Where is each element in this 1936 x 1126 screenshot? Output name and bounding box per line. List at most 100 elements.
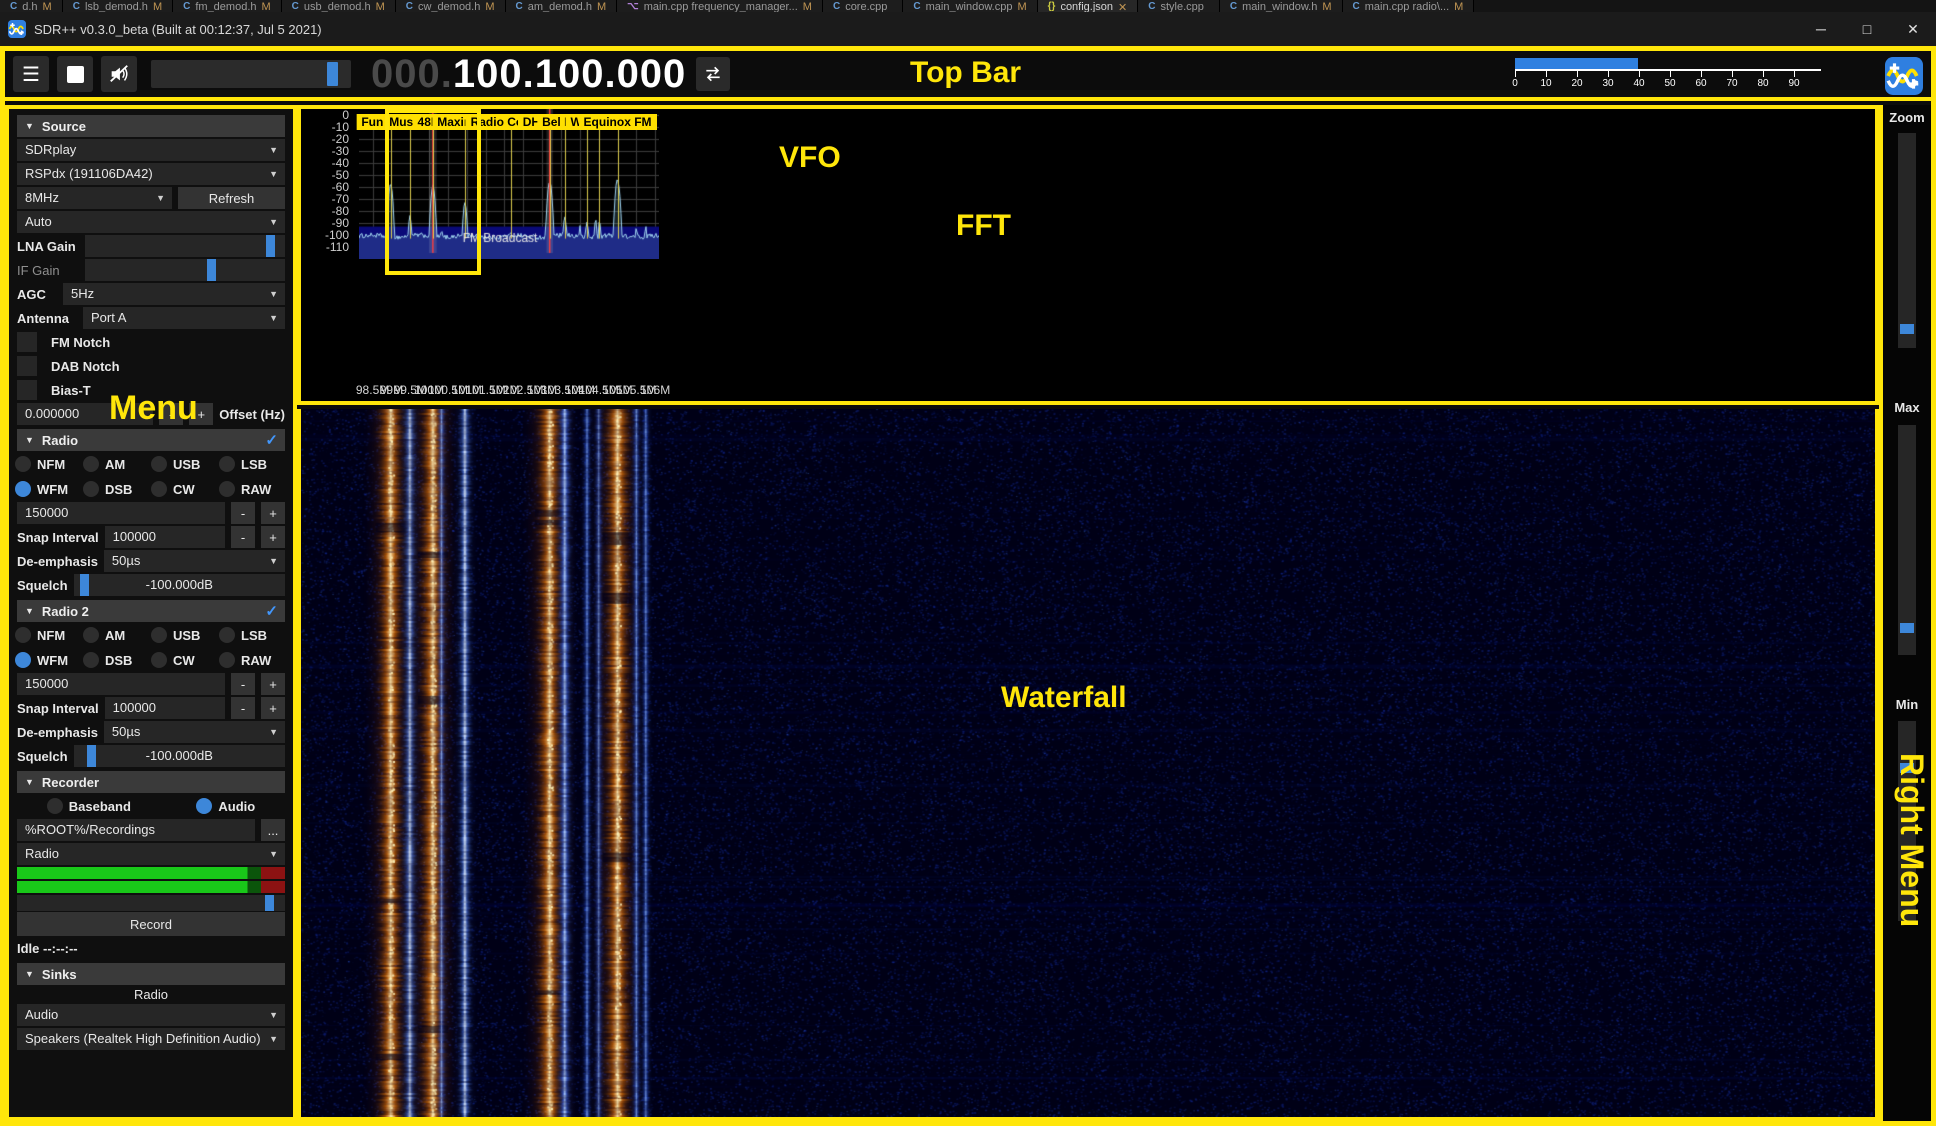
- squelch-slider[interactable]: -100.000dB: [74, 745, 285, 767]
- sinks-section-header[interactable]: ▼ Sinks: [17, 963, 285, 985]
- bandwidth-plus-button[interactable]: +: [261, 673, 285, 695]
- waterfall-display[interactable]: Waterfall: [297, 409, 1879, 1121]
- mode-option-raw[interactable]: RAW: [219, 649, 287, 671]
- waterfall-canvas[interactable]: [301, 409, 1875, 1117]
- enabled-check-icon[interactable]: ✓: [265, 431, 278, 449]
- editor-tab[interactable]: Cusb_demod.hM: [282, 0, 396, 12]
- mode-option-cw[interactable]: CW: [151, 478, 219, 500]
- radio2-bandwidth-input[interactable]: 150000: [17, 673, 225, 695]
- mode-option-nfm[interactable]: NFM: [15, 453, 83, 475]
- editor-tab[interactable]: Cam_demod.hM: [506, 0, 618, 12]
- lna-gain-handle[interactable]: [266, 235, 275, 257]
- radio2-section-header[interactable]: ▼ Radio 2 ✓: [17, 600, 285, 622]
- editor-tab[interactable]: Cmain_window.hM: [1220, 0, 1343, 12]
- offset-plus-button[interactable]: +: [189, 403, 213, 425]
- mute-button[interactable]: [101, 56, 137, 92]
- deemphasis-select[interactable]: 50µs▼: [104, 550, 285, 572]
- max-slider-handle[interactable]: [1900, 623, 1914, 633]
- refresh-button[interactable]: Refresh: [178, 187, 285, 209]
- fm-notch-checkbox[interactable]: [17, 332, 37, 352]
- station-label[interactable]: Equinox FM: [579, 114, 657, 130]
- minimize-button[interactable]: ─: [1798, 12, 1844, 46]
- deemphasis-select[interactable]: 50µs▼: [104, 721, 285, 743]
- recorder-stream-select[interactable]: Radio▼: [17, 843, 285, 865]
- stop-button[interactable]: [57, 56, 93, 92]
- bias-t-checkbox[interactable]: [17, 380, 37, 400]
- editor-tab[interactable]: Ccw_demod.hM: [396, 0, 506, 12]
- editor-tab[interactable]: {}config.json✕: [1038, 0, 1139, 12]
- editor-tab[interactable]: Cmain.cpp radio\...M: [1343, 0, 1475, 12]
- editor-tab[interactable]: ⌥main.cpp frequency_manager...M: [617, 0, 823, 12]
- enabled-check-icon[interactable]: ✓: [265, 602, 278, 620]
- close-button[interactable]: ✕: [1890, 12, 1936, 46]
- dab-notch-checkbox[interactable]: [17, 356, 37, 376]
- volume-slider[interactable]: [151, 60, 351, 88]
- radio-dot-icon: [219, 481, 235, 497]
- antenna-select[interactable]: Port A▼: [83, 307, 285, 329]
- mode-option-raw[interactable]: RAW: [219, 478, 287, 500]
- radio-section-header[interactable]: ▼ Radio ✓: [17, 429, 285, 451]
- bandwidth-plus-button[interactable]: +: [261, 502, 285, 524]
- recorder-baseband-option[interactable]: Baseband: [47, 795, 131, 817]
- fft-display[interactable]: 0-10-20-30-40-50-60-70-80-90-100-110 Fun…: [297, 105, 1879, 405]
- offset-input[interactable]: 0.000000: [17, 403, 153, 425]
- max-slider[interactable]: [1898, 425, 1916, 655]
- maximize-button[interactable]: □: [1844, 12, 1890, 46]
- mode-option-am[interactable]: AM: [83, 453, 151, 475]
- editor-tab[interactable]: Cd.hM: [0, 0, 63, 12]
- zoom-slider-handle[interactable]: [1900, 324, 1914, 334]
- lna-gain-slider[interactable]: [85, 235, 285, 257]
- mode-option-dsb[interactable]: DSB: [83, 649, 151, 671]
- swap-button[interactable]: [696, 57, 730, 91]
- mode-option-dsb[interactable]: DSB: [83, 478, 151, 500]
- if-gain-slider[interactable]: [85, 259, 285, 281]
- volume-slider-handle[interactable]: [327, 62, 338, 86]
- editor-tab[interactable]: Ccore.cpp: [823, 0, 903, 12]
- db-tick-label: -110: [326, 240, 349, 254]
- recorder-audio-option[interactable]: Audio: [196, 795, 255, 817]
- snap-plus-button[interactable]: +: [261, 526, 285, 548]
- snap-plus-button[interactable]: +: [261, 697, 285, 719]
- source-section-header[interactable]: ▼ Source: [17, 115, 285, 137]
- zoom-slider[interactable]: [1898, 133, 1916, 348]
- source-driver-select[interactable]: SDRplay▼: [17, 139, 285, 161]
- agc-select[interactable]: 5Hz▼: [63, 283, 285, 305]
- snap-minus-button[interactable]: -: [231, 697, 255, 719]
- sink-type-select[interactable]: Audio▼: [17, 1004, 285, 1026]
- recorder-volume-handle[interactable]: [265, 895, 274, 911]
- mode-option-cw[interactable]: CW: [151, 649, 219, 671]
- editor-tab[interactable]: Cfm_demod.hM: [173, 0, 282, 12]
- mode-option-usb[interactable]: USB: [151, 624, 219, 646]
- squelch-slider[interactable]: -100.000dB: [74, 574, 285, 596]
- bandwidth-minus-button[interactable]: -: [231, 502, 255, 524]
- menu-toggle-button[interactable]: ☰: [13, 56, 49, 92]
- sink-device-select[interactable]: Speakers (Realtek High Definition Audio)…: [17, 1028, 285, 1050]
- editor-tab[interactable]: Cmain_window.cppM: [903, 0, 1037, 12]
- editor-tab[interactable]: Cstyle.cpp: [1138, 0, 1220, 12]
- if-gain-handle[interactable]: [207, 259, 216, 281]
- snap-interval-input[interactable]: 100000: [105, 697, 225, 719]
- source-device-select[interactable]: RSPdx (191106DA42)▼: [17, 163, 285, 185]
- mode-option-lsb[interactable]: LSB: [219, 624, 287, 646]
- mode-option-usb[interactable]: USB: [151, 453, 219, 475]
- mode-option-nfm[interactable]: NFM: [15, 624, 83, 646]
- bandwidth-select[interactable]: 8MHz▼: [17, 187, 172, 209]
- mode-option-wfm[interactable]: WFM: [15, 478, 83, 500]
- record-button[interactable]: Record: [17, 912, 285, 936]
- mode-option-wfm[interactable]: WFM: [15, 649, 83, 671]
- snap-interval-input[interactable]: 100000: [105, 526, 225, 548]
- snap-minus-button[interactable]: -: [231, 526, 255, 548]
- window-title: SDR++ v0.3.0_beta (Built at 00:12:37, Ju…: [34, 22, 322, 37]
- browse-button[interactable]: ...: [261, 819, 285, 841]
- mode-option-am[interactable]: AM: [83, 624, 151, 646]
- frequency-display[interactable]: 000.100.100.000: [371, 52, 686, 97]
- radio-bandwidth-input[interactable]: 150000: [17, 502, 225, 524]
- offset-minus-button[interactable]: -: [159, 403, 183, 425]
- mode-option-lsb[interactable]: LSB: [219, 453, 287, 475]
- recorder-section-header[interactable]: ▼ Recorder: [17, 771, 285, 793]
- recording-path-input[interactable]: %ROOT%/Recordings: [17, 819, 255, 841]
- editor-tab[interactable]: Clsb_demod.hM: [63, 0, 173, 12]
- gain-mode-select[interactable]: Auto▼: [17, 211, 285, 233]
- bandwidth-minus-button[interactable]: -: [231, 673, 255, 695]
- recorder-volume-slider[interactable]: [17, 895, 285, 911]
